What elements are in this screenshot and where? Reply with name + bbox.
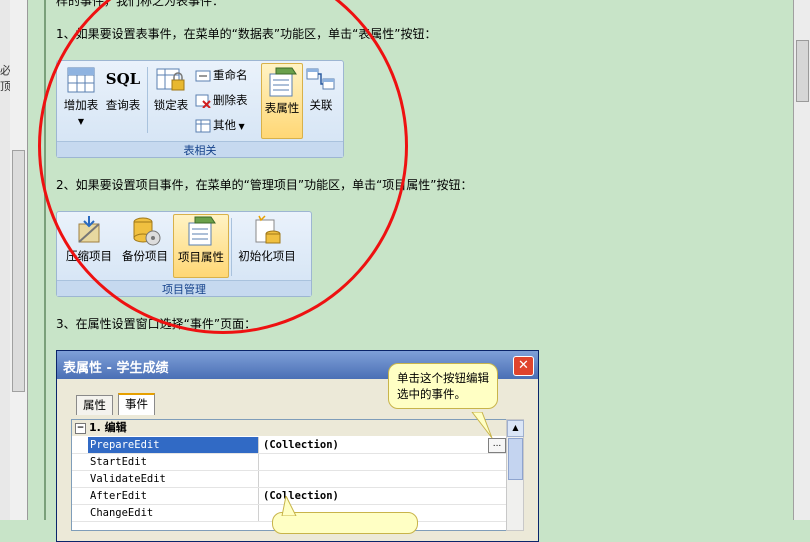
lock-table-button[interactable]: 锁定表 [151, 65, 191, 121]
rename-icon [195, 70, 211, 81]
backup-project-button[interactable]: 备份项目 [119, 214, 171, 276]
ribbon-separator [147, 67, 148, 133]
grid-scrollbar-thumb[interactable] [508, 438, 523, 480]
tooltip-pointer [471, 412, 493, 439]
property-name: ValidateEdit [88, 471, 259, 487]
query-table-button[interactable]: SQL 查询表 [103, 65, 143, 121]
project-props-icon [188, 216, 216, 246]
delete-table-button[interactable]: 删除表 [195, 92, 248, 108]
property-name: PrepareEdit [88, 437, 259, 453]
scroll-up-icon[interactable]: ▲ [507, 420, 524, 437]
property-value: (Collection) [263, 439, 339, 451]
sql-icon: SQL [105, 70, 141, 88]
tab-events[interactable]: 事件 [118, 393, 155, 415]
close-button[interactable]: ✕ [513, 356, 534, 376]
top-partial-text: 样的事件，我们称之为表事件： [56, 0, 225, 8]
other-dropdown-icon: ▼ [236, 122, 245, 131]
init-project-icon [255, 215, 281, 244]
collapse-icon[interactable]: − [75, 423, 86, 434]
tooltip-pointer-2 [281, 496, 297, 516]
left-scrollbar-thumb[interactable] [12, 150, 25, 392]
compress-project-button[interactable]: 压缩项目 [61, 214, 117, 276]
left-scrollbar[interactable] [10, 0, 28, 520]
tooltip-text: 单击这个按钮编辑选中的事件。 [397, 371, 489, 401]
right-scrollbar[interactable] [793, 0, 810, 520]
project-props-label: 项目属性 [178, 250, 224, 264]
init-project-label: 初始化项目 [238, 249, 296, 263]
add-table-label: 增加表 [63, 98, 99, 112]
query-table-label: 查询表 [105, 98, 141, 112]
backup-icon [133, 217, 161, 246]
ribbon-project-group: 压缩项目 备份项目 项目属性 初始化项目 项目管理 [56, 211, 312, 297]
table-props-icon [269, 67, 297, 97]
category-row[interactable]: −1. 编辑 [72, 420, 507, 436]
ribbon-separator [231, 218, 232, 276]
step1-text: 1、如果要设置表事件，在菜单的“数据表”功能区，单击“表属性”按钮： [56, 27, 437, 41]
grid-scrollbar[interactable]: ▲ [506, 419, 524, 531]
table-row[interactable]: StartEdit [72, 454, 507, 471]
property-name: ChangeEdit [88, 505, 259, 521]
table-row[interactable]: PrepareEdit (Collection) ... [72, 437, 507, 454]
property-name: AfterEdit [88, 488, 259, 504]
add-table-icon [67, 67, 95, 93]
other-label: 其他 [213, 118, 236, 132]
project-group-label: 项目管理 [57, 280, 311, 296]
document-border [44, 0, 46, 520]
relation-label: 关联 [309, 98, 333, 112]
tooltip-bubble: 单击这个按钮编辑选中的事件。 [388, 363, 498, 409]
rename-label: 重命名 [213, 68, 248, 82]
table-props-label: 表属性 [264, 101, 300, 115]
property-name: StartEdit [88, 454, 259, 470]
backup-label: 备份项目 [122, 249, 168, 263]
property-value [260, 454, 493, 470]
other-table-icon [195, 119, 211, 132]
property-value [260, 471, 493, 487]
step3-text: 3、在属性设置窗口选择“事件”页面： [56, 317, 257, 331]
close-icon: ✕ [518, 358, 529, 373]
project-props-button[interactable]: 项目属性 [173, 214, 229, 278]
tab-properties[interactable]: 属性 [76, 395, 113, 415]
lock-table-label: 锁定表 [153, 98, 189, 112]
init-project-button[interactable]: 初始化项目 [235, 214, 299, 276]
delete-table-icon [195, 94, 211, 108]
table-props-button[interactable]: 表属性 [261, 63, 303, 139]
right-scrollbar-thumb[interactable] [796, 40, 809, 102]
dialog-title: 表属性 - 学生成绩 [63, 361, 169, 376]
other-button[interactable]: 其他 ▼ [195, 117, 245, 133]
compress-icon [78, 216, 100, 243]
delete-table-label: 删除表 [213, 93, 248, 107]
table-row[interactable]: ValidateEdit [72, 471, 507, 488]
relation-icon [306, 68, 335, 90]
ribbon-table-group: 增加表 ▼ SQL 查询表 锁定表 重命名 删除表 其他 ▼ 表属性 关联 表相… [56, 60, 344, 158]
add-table-button[interactable]: 增加表 ▼ [61, 65, 101, 137]
compress-label: 压缩项目 [66, 249, 112, 263]
add-table-dropdown-icon: ▼ [77, 117, 85, 126]
lock-table-icon [156, 68, 185, 91]
relation-button[interactable]: 关联 [303, 65, 339, 121]
table-group-label: 表相关 [57, 141, 343, 157]
step2-text: 2、如果要设置项目事件，在菜单的“管理项目”功能区，单击“项目属性”按钮： [56, 178, 473, 192]
rename-button[interactable]: 重命名 [195, 67, 248, 83]
category-label: 1. 编辑 [89, 421, 127, 434]
